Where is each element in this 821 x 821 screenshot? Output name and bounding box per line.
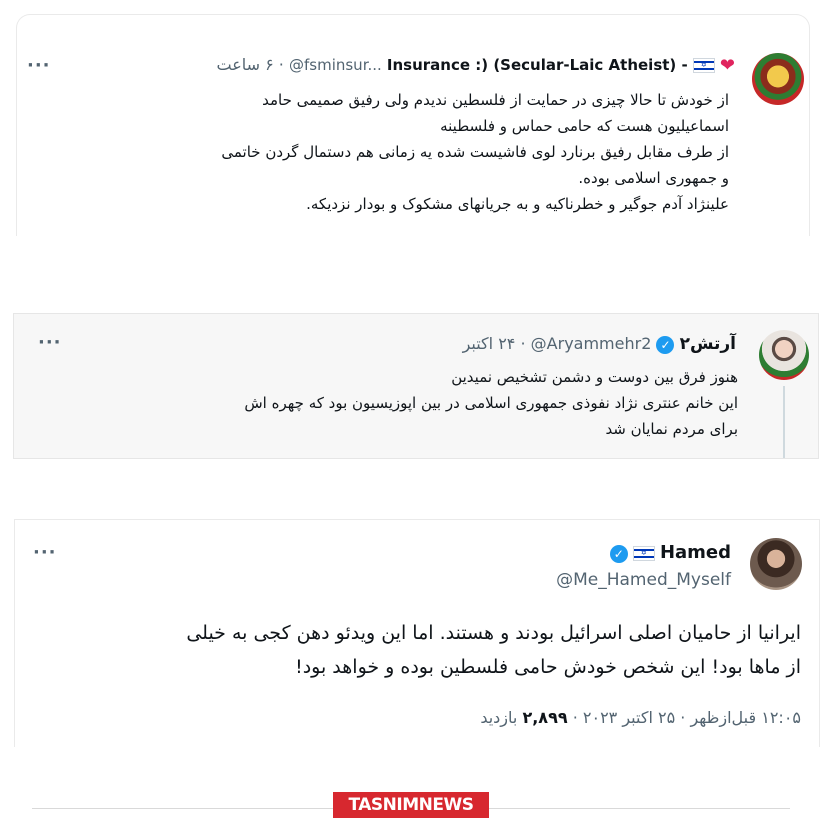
tweet-3-views-label: بازدید	[480, 708, 518, 727]
tweet-3-handle[interactable]: @Me_Hamed_Myself	[556, 570, 731, 590]
tweet-1-line: علینژاد آدم جوگیر و خطرناکیه و به جریانه…	[306, 195, 729, 213]
tweet-2-time[interactable]: ۲۴ اکتبر	[463, 334, 516, 353]
tweet-1-card: ··· ❤ ✡ Insurance :) (Secular-Laic Athei…	[16, 14, 810, 236]
verified-badge-icon: ✓	[609, 544, 628, 563]
separator-dot: ·	[572, 708, 578, 727]
tasnim-watermark: TASNIMNEWS	[333, 792, 489, 818]
tweet-2-line: برای مردم نمایان شد	[605, 420, 738, 438]
tweet-2-line: این خانم عنتری نژاد نفوذی جمهوری اسلامی …	[244, 394, 738, 412]
tweet-3-line: ایرانیا از حامیان اصلی اسرائیل بودند و ه…	[186, 622, 801, 644]
tweet-2-avatar[interactable]	[759, 330, 809, 380]
tweet-1-display-name[interactable]: Insurance :) (Secular-Laic Atheist) -	[387, 56, 688, 74]
separator-dot: ·	[278, 55, 284, 74]
tweet-3-avatar[interactable]	[750, 538, 802, 590]
israel-flag-icon: ✡	[692, 58, 715, 73]
tweet-1-handle[interactable]: @fsminsur...	[289, 56, 382, 74]
tweet-3-time[interactable]: ۱۲:۰۵ قبل‌ازظهر	[690, 708, 801, 727]
israel-flag-icon: ✡	[632, 546, 655, 561]
tweet-2-handle[interactable]: @Aryammehr2	[531, 334, 652, 353]
tweet-1-time[interactable]: ۶ ساعت	[216, 55, 273, 74]
tweet-3-text: ایرانیا از حامیان اصلی اسرائیل بودند و ه…	[21, 616, 801, 684]
tweet-3-more-icon[interactable]: ···	[33, 542, 57, 563]
tweet-1-line: و جمهوری اسلامی بوده.	[578, 169, 729, 187]
tweet-3-line: از ماها بود! این شخص خودش حامی فلسطین بو…	[295, 656, 801, 678]
tweet-2-header: آرتش۲ ✓ @Aryammehr2 · ۲۴ اکتبر	[46, 334, 736, 354]
tweet-3-card: ··· Hamed ✡ ✓ @Me_Hamed_Myself ایرانیا ا…	[14, 519, 820, 747]
separator-dot: ·	[520, 334, 526, 353]
verified-badge-icon: ✓	[656, 335, 675, 354]
tweet-2-line: هنوز فرق بین دوست و دشمن تشخیص نمیدین	[451, 368, 738, 386]
heart-icon: ❤	[719, 55, 735, 76]
tweet-1-line: از طرف مقابل رفیق برنارد لوی فاشیست شده …	[221, 143, 729, 161]
tweet-2-text: هنوز فرق بین دوست و دشمن تشخیص نمیدین ای…	[28, 364, 738, 442]
tweet-1-text: از خودش تا حالا چیزی در حمایت از فلسطین …	[29, 87, 729, 217]
separator-dot: ·	[680, 708, 686, 727]
tweet-2-display-name[interactable]: آرتش۲	[680, 334, 736, 354]
thread-line	[783, 386, 785, 458]
tweet-1-line: از خودش تا حالا چیزی در حمایت از فلسطین …	[262, 91, 729, 109]
tweet-2-card: ··· آرتش۲ ✓ @Aryammehr2 · ۲۴ اکتبر هنوز …	[13, 313, 819, 459]
tweet-3-views-count: ۲,۸۹۹	[522, 708, 568, 727]
tweet-1-header: ❤ ✡ Insurance :) (Secular-Laic Atheist) …	[45, 55, 735, 76]
tweet-3-date[interactable]: ۲۵ اکتبر ۲۰۲۳	[583, 708, 675, 727]
tweet-1-avatar[interactable]	[752, 53, 804, 105]
tweet-3-meta: ۱۲:۰۵ قبل‌ازظهر · ۲۵ اکتبر ۲۰۲۳ · ۲,۸۹۹ …	[480, 708, 801, 727]
tweet-3-name-row: Hamed ✡ ✓	[609, 542, 731, 563]
tweet-3-display-name[interactable]: Hamed	[660, 542, 731, 563]
tweet-1-line: اسماعیلیون هست که حامی حماس و فلسطینه	[440, 117, 729, 135]
